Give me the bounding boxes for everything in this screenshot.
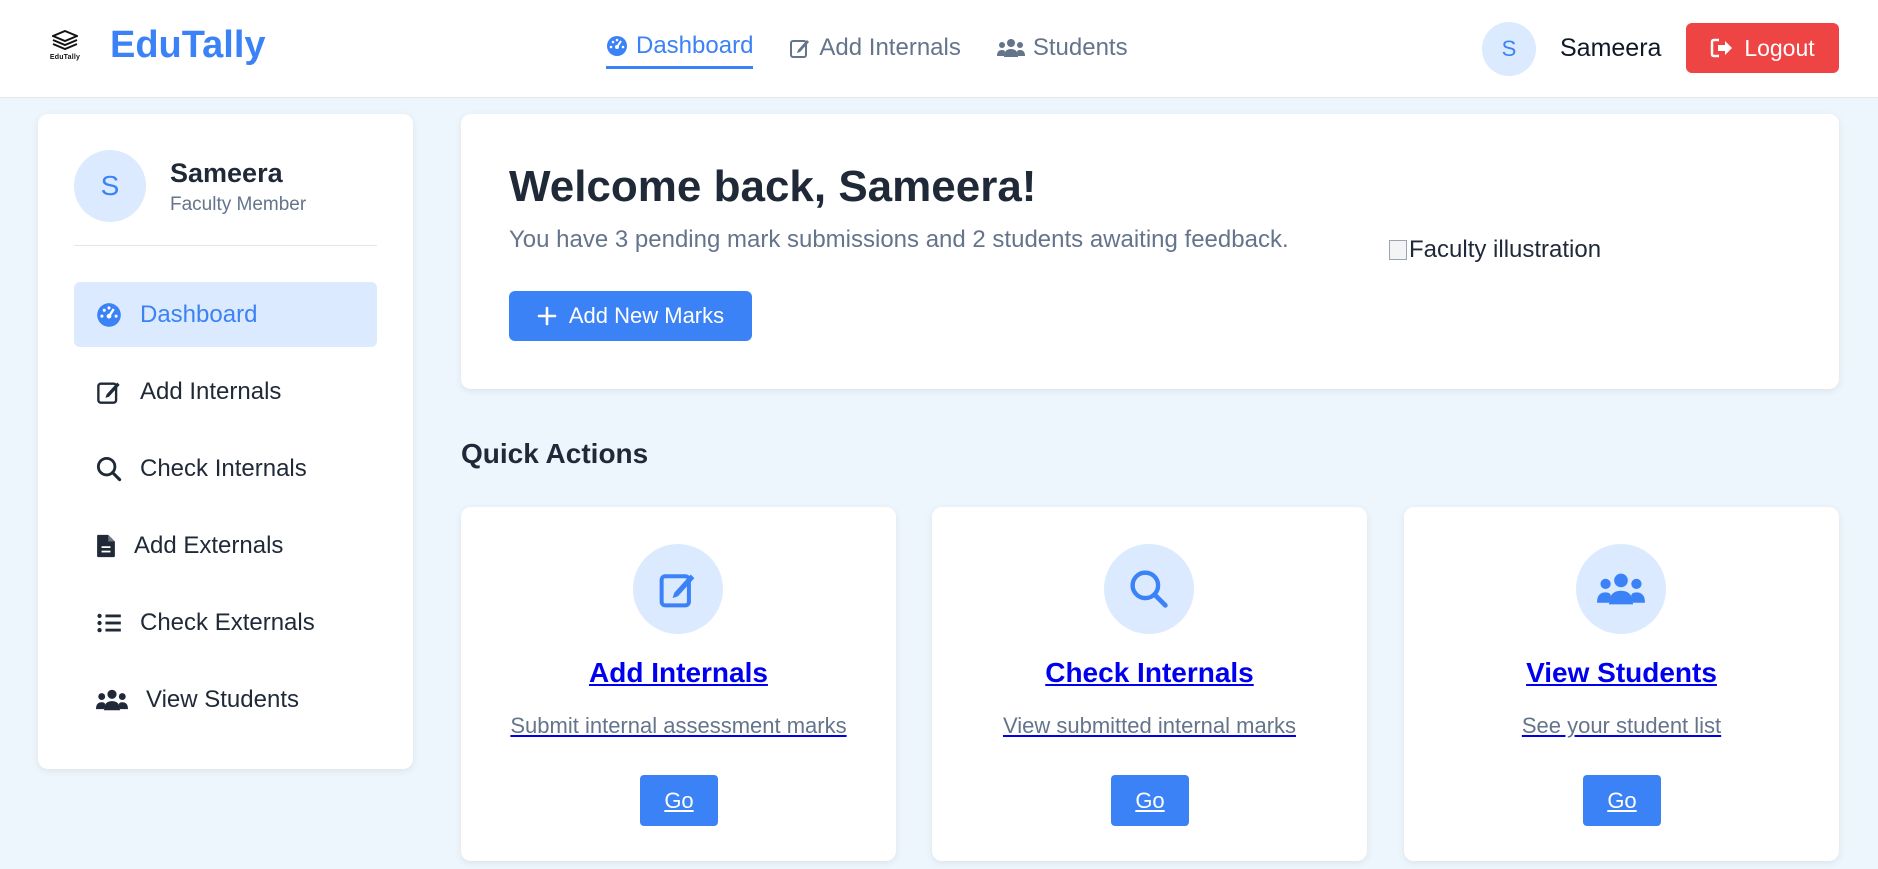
sidebar-item-label: Check Internals bbox=[140, 454, 307, 482]
logo-text: EduTally bbox=[49, 54, 81, 61]
logout-button[interactable]: Logout bbox=[1686, 23, 1839, 73]
sidebar-item-check-externals[interactable]: Check Externals bbox=[74, 590, 377, 655]
logo-icon bbox=[52, 30, 78, 51]
topnav-dashboard[interactable]: Dashboard bbox=[606, 32, 754, 69]
users-icon bbox=[96, 689, 128, 710]
quick-actions-title: Quick Actions bbox=[461, 438, 649, 469]
topnav-students[interactable]: Students bbox=[996, 32, 1128, 69]
quick-action-icon bbox=[1104, 544, 1194, 634]
quick-action-title[interactable]: Check Internals bbox=[932, 657, 1367, 689]
brand-name[interactable]: EduTally bbox=[110, 24, 266, 67]
search-icon bbox=[1130, 570, 1168, 608]
topnav-dashboard-label: Dashboard bbox=[636, 32, 754, 59]
gauge-icon bbox=[97, 302, 121, 327]
quick-action-add-internals: Add Internals Submit internal assessment… bbox=[461, 507, 896, 861]
edit-icon bbox=[659, 574, 695, 608]
logout-icon bbox=[1711, 38, 1733, 58]
sidebar-avatar: S bbox=[74, 150, 146, 222]
welcome-title: Welcome back, Sameera! bbox=[509, 162, 1037, 211]
sidebar-role: Faculty Member bbox=[170, 194, 307, 215]
sidebar-item-view-students[interactable]: View Students bbox=[74, 667, 377, 732]
sidebar-item-label: View Students bbox=[146, 685, 299, 713]
logout-label: Logout bbox=[1744, 34, 1815, 61]
faculty-illustration-alt: Faculty illustration bbox=[1409, 236, 1602, 263]
sidebar-item-add-internals[interactable]: Add Internals bbox=[74, 359, 377, 424]
sidebar-item-check-internals[interactable]: Check Internals bbox=[74, 436, 377, 501]
topnav-add-internals[interactable]: Add Internals bbox=[789, 32, 961, 69]
search-icon bbox=[96, 456, 122, 481]
quick-action-check-internals: Check Internals View submitted internal … bbox=[932, 507, 1367, 861]
faculty-illustration: Faculty illustration bbox=[1389, 236, 1601, 264]
sidebar-item-label: Check Externals bbox=[140, 608, 315, 636]
sidebar-item-label: Add Internals bbox=[140, 377, 282, 405]
sidebar: S Sameera Faculty Member Dashboard Add I… bbox=[38, 114, 413, 769]
quick-action-description[interactable]: View submitted internal marks bbox=[932, 713, 1367, 739]
sidebar-item-label: Dashboard bbox=[140, 300, 258, 328]
edit-icon bbox=[790, 39, 810, 58]
avatar[interactable]: S bbox=[1482, 22, 1536, 76]
quick-action-description[interactable]: See your student list bbox=[1404, 713, 1839, 739]
add-new-marks-label: Add New Marks bbox=[568, 303, 725, 328]
edit-icon bbox=[97, 382, 120, 404]
welcome-card: Welcome back, Sameera! You have 3 pendin… bbox=[461, 114, 1839, 389]
quick-action-icon bbox=[633, 544, 723, 634]
file-icon bbox=[97, 534, 115, 557]
plus-icon bbox=[537, 306, 557, 326]
sidebar-profile: S Sameera Faculty Member bbox=[74, 150, 377, 246]
topnav-add-internals-label: Add Internals bbox=[819, 33, 961, 61]
brand-logo[interactable]: EduTally bbox=[44, 30, 86, 68]
header-username: Sameera bbox=[1560, 34, 1662, 62]
go-button[interactable]: Go bbox=[1111, 775, 1189, 826]
sidebar-username: Sameera bbox=[170, 158, 283, 188]
topnav-students-label: Students bbox=[1032, 33, 1128, 61]
users-icon bbox=[996, 38, 1025, 57]
gauge-icon bbox=[607, 36, 627, 56]
top-navbar: EduTally EduTally Dashboard Add Internal… bbox=[0, 0, 1878, 98]
top-nav: Dashboard Add Internals Students bbox=[606, 32, 1128, 69]
quick-action-view-students: View Students See your student list Go bbox=[1404, 507, 1839, 861]
add-new-marks-button[interactable]: Add New Marks bbox=[509, 291, 752, 341]
sidebar-item-dashboard[interactable]: Dashboard bbox=[74, 282, 377, 347]
sidebar-item-label: Add Externals bbox=[134, 531, 284, 559]
quick-action-title[interactable]: View Students bbox=[1404, 657, 1839, 689]
users-icon bbox=[1597, 573, 1645, 605]
sidebar-item-add-externals[interactable]: Add Externals bbox=[74, 513, 377, 578]
quick-action-description[interactable]: Submit internal assessment marks bbox=[461, 713, 896, 739]
welcome-subtitle: You have 3 pending mark submissions and … bbox=[509, 226, 1289, 253]
go-button[interactable]: Go bbox=[640, 775, 718, 826]
broken-image-icon bbox=[1389, 240, 1407, 260]
quick-action-title[interactable]: Add Internals bbox=[461, 657, 896, 689]
go-button[interactable]: Go bbox=[1583, 775, 1661, 826]
quick-action-icon bbox=[1576, 544, 1666, 634]
list-icon bbox=[97, 613, 121, 632]
sidebar-menu: Dashboard Add Internals Check Internals bbox=[74, 282, 377, 744]
